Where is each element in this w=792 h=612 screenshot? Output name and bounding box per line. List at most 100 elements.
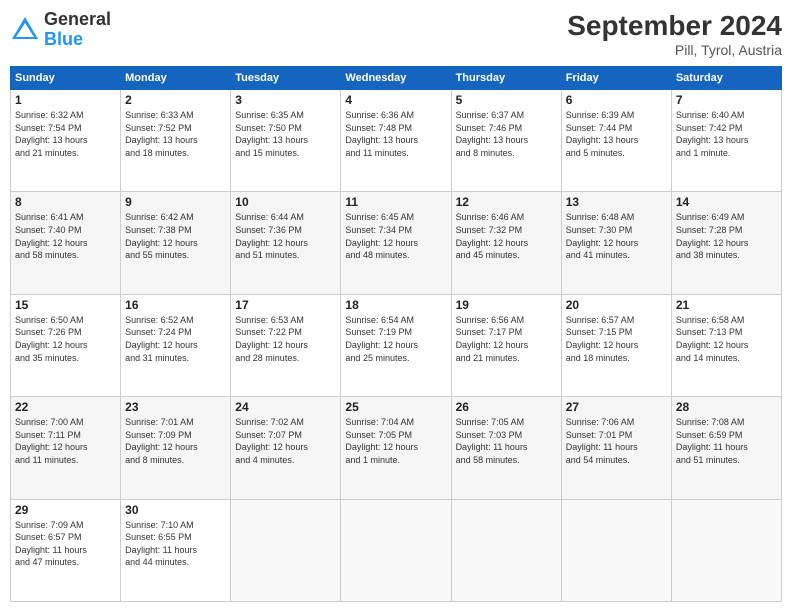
logo: General Blue bbox=[10, 10, 111, 50]
header: General Blue September 2024 Pill, Tyrol,… bbox=[10, 10, 782, 58]
calendar-cell: 22Sunrise: 7:00 AM Sunset: 7:11 PM Dayli… bbox=[11, 397, 121, 499]
calendar-cell: 8 Sunrise: 6:41 AM Sunset: 7:40 PM Daylig… bbox=[11, 192, 121, 294]
day-number: 24 bbox=[235, 400, 336, 414]
day-number: 19 bbox=[456, 298, 557, 312]
day-info: Sunrise: 7:06 AM Sunset: 7:01 PM Dayligh… bbox=[566, 416, 667, 466]
day-info: Sunrise: 7:01 AM Sunset: 7:09 PM Dayligh… bbox=[125, 416, 226, 466]
calendar-cell: 29Sunrise: 7:09 AM Sunset: 6:57 PM Dayli… bbox=[11, 499, 121, 601]
calendar-cell: 3 Sunrise: 6:35 AM Sunset: 7:50 PM Daylig… bbox=[231, 90, 341, 192]
calendar-cell: 2Sunrise: 6:33 AM Sunset: 7:52 PM Daylig… bbox=[121, 90, 231, 192]
day-number: 7 bbox=[676, 93, 777, 107]
header-thursday: Thursday bbox=[451, 67, 561, 90]
day-info: Sunrise: 6:42 AM Sunset: 7:38 PM Dayligh… bbox=[125, 211, 226, 261]
day-number: 21 bbox=[676, 298, 777, 312]
day-number: 5 bbox=[456, 93, 557, 107]
day-number: 25 bbox=[345, 400, 446, 414]
day-number: 4 bbox=[345, 93, 446, 107]
day-number: 13 bbox=[566, 195, 667, 209]
calendar-cell: 27Sunrise: 7:06 AM Sunset: 7:01 PM Dayli… bbox=[561, 397, 671, 499]
logo-general: General bbox=[44, 10, 111, 30]
calendar-cell: 5Sunrise: 6:37 AM Sunset: 7:46 PM Daylig… bbox=[451, 90, 561, 192]
day-number: 28 bbox=[676, 400, 777, 414]
calendar-cell: 9 Sunrise: 6:42 AM Sunset: 7:38 PM Daylig… bbox=[121, 192, 231, 294]
calendar-cell: 20 Sunrise: 6:57 AM Sunset: 7:15 PM Dayli… bbox=[561, 294, 671, 396]
day-info: Sunrise: 6:35 AM Sunset: 7:50 PM Dayligh… bbox=[235, 109, 336, 159]
day-number: 26 bbox=[456, 400, 557, 414]
header-wednesday: Wednesday bbox=[341, 67, 451, 90]
day-info: Sunrise: 7:08 AM Sunset: 6:59 PM Dayligh… bbox=[676, 416, 777, 466]
title-block: September 2024 Pill, Tyrol, Austria bbox=[567, 10, 782, 58]
header-monday: Monday bbox=[121, 67, 231, 90]
day-number: 10 bbox=[235, 195, 336, 209]
header-saturday: Saturday bbox=[671, 67, 781, 90]
calendar-cell: 17Sunrise: 6:53 AM Sunset: 7:22 PM Dayli… bbox=[231, 294, 341, 396]
calendar-cell: 11Sunrise: 6:45 AM Sunset: 7:34 PM Dayli… bbox=[341, 192, 451, 294]
day-number: 23 bbox=[125, 400, 226, 414]
calendar-cell: 28 Sunrise: 7:08 AM Sunset: 6:59 PM Dayli… bbox=[671, 397, 781, 499]
day-number: 18 bbox=[345, 298, 446, 312]
calendar-row: 29Sunrise: 7:09 AM Sunset: 6:57 PM Dayli… bbox=[11, 499, 782, 601]
logo-text: General Blue bbox=[44, 10, 111, 50]
header-friday: Friday bbox=[561, 67, 671, 90]
day-number: 11 bbox=[345, 195, 446, 209]
day-info: Sunrise: 6:58 AM Sunset: 7:13 PM Dayligh… bbox=[676, 314, 777, 364]
calendar-cell: 21 Sunrise: 6:58 AM Sunset: 7:13 PM Dayli… bbox=[671, 294, 781, 396]
day-info: Sunrise: 6:44 AM Sunset: 7:36 PM Dayligh… bbox=[235, 211, 336, 261]
calendar-cell: 15 Sunrise: 6:50 AM Sunset: 7:26 PM Dayli… bbox=[11, 294, 121, 396]
calendar-row: 22Sunrise: 7:00 AM Sunset: 7:11 PM Dayli… bbox=[11, 397, 782, 499]
day-number: 1 bbox=[15, 93, 116, 107]
day-info: Sunrise: 6:41 AM Sunset: 7:40 PM Dayligh… bbox=[15, 211, 116, 261]
day-number: 12 bbox=[456, 195, 557, 209]
day-number: 6 bbox=[566, 93, 667, 107]
calendar-row: 15 Sunrise: 6:50 AM Sunset: 7:26 PM Dayli… bbox=[11, 294, 782, 396]
day-number: 16 bbox=[125, 298, 226, 312]
day-number: 8 bbox=[15, 195, 116, 209]
header-tuesday: Tuesday bbox=[231, 67, 341, 90]
day-info: Sunrise: 6:54 AM Sunset: 7:19 PM Dayligh… bbox=[345, 314, 446, 364]
calendar-cell bbox=[671, 499, 781, 601]
calendar-cell: 7Sunrise: 6:40 AM Sunset: 7:42 PM Daylig… bbox=[671, 90, 781, 192]
logo-icon bbox=[10, 15, 40, 45]
day-info: Sunrise: 7:04 AM Sunset: 7:05 PM Dayligh… bbox=[345, 416, 446, 466]
calendar-cell: 30 Sunrise: 7:10 AM Sunset: 6:55 PM Dayli… bbox=[121, 499, 231, 601]
day-info: Sunrise: 7:10 AM Sunset: 6:55 PM Dayligh… bbox=[125, 519, 226, 569]
calendar-cell: 6Sunrise: 6:39 AM Sunset: 7:44 PM Daylig… bbox=[561, 90, 671, 192]
day-number: 29 bbox=[15, 503, 116, 517]
calendar-cell: 13 Sunrise: 6:48 AM Sunset: 7:30 PM Dayli… bbox=[561, 192, 671, 294]
day-info: Sunrise: 6:32 AM Sunset: 7:54 PM Dayligh… bbox=[15, 109, 116, 159]
calendar-table: Sunday Monday Tuesday Wednesday Thursday… bbox=[10, 66, 782, 602]
calendar-cell: 23 Sunrise: 7:01 AM Sunset: 7:09 PM Dayli… bbox=[121, 397, 231, 499]
day-number: 15 bbox=[15, 298, 116, 312]
day-number: 30 bbox=[125, 503, 226, 517]
calendar-row: 8 Sunrise: 6:41 AM Sunset: 7:40 PM Daylig… bbox=[11, 192, 782, 294]
day-number: 22 bbox=[15, 400, 116, 414]
calendar-cell bbox=[561, 499, 671, 601]
day-info: Sunrise: 6:48 AM Sunset: 7:30 PM Dayligh… bbox=[566, 211, 667, 261]
calendar-cell: 4 Sunrise: 6:36 AM Sunset: 7:48 PM Daylig… bbox=[341, 90, 451, 192]
day-number: 20 bbox=[566, 298, 667, 312]
calendar-cell bbox=[231, 499, 341, 601]
calendar-cell: 26 Sunrise: 7:05 AM Sunset: 7:03 PM Dayli… bbox=[451, 397, 561, 499]
calendar-cell bbox=[341, 499, 451, 601]
calendar-cell: 16Sunrise: 6:52 AM Sunset: 7:24 PM Dayli… bbox=[121, 294, 231, 396]
day-info: Sunrise: 6:50 AM Sunset: 7:26 PM Dayligh… bbox=[15, 314, 116, 364]
day-info: Sunrise: 6:56 AM Sunset: 7:17 PM Dayligh… bbox=[456, 314, 557, 364]
calendar-cell: 25 Sunrise: 7:04 AM Sunset: 7:05 PM Dayli… bbox=[341, 397, 451, 499]
header-sunday: Sunday bbox=[11, 67, 121, 90]
day-number: 9 bbox=[125, 195, 226, 209]
day-info: Sunrise: 7:05 AM Sunset: 7:03 PM Dayligh… bbox=[456, 416, 557, 466]
day-number: 2 bbox=[125, 93, 226, 107]
day-number: 3 bbox=[235, 93, 336, 107]
calendar-cell: 1 Sunrise: 6:32 AM Sunset: 7:54 PM Daylig… bbox=[11, 90, 121, 192]
day-info: Sunrise: 6:36 AM Sunset: 7:48 PM Dayligh… bbox=[345, 109, 446, 159]
calendar-cell: 10 Sunrise: 6:44 AM Sunset: 7:36 PM Dayli… bbox=[231, 192, 341, 294]
calendar-cell: 19 Sunrise: 6:56 AM Sunset: 7:17 PM Dayli… bbox=[451, 294, 561, 396]
calendar-cell bbox=[451, 499, 561, 601]
calendar-cell: 24Sunrise: 7:02 AM Sunset: 7:07 PM Dayli… bbox=[231, 397, 341, 499]
calendar-row: 1 Sunrise: 6:32 AM Sunset: 7:54 PM Daylig… bbox=[11, 90, 782, 192]
calendar-cell: 12Sunrise: 6:46 AM Sunset: 7:32 PM Dayli… bbox=[451, 192, 561, 294]
page: General Blue September 2024 Pill, Tyrol,… bbox=[0, 0, 792, 612]
calendar-cell: 14Sunrise: 6:49 AM Sunset: 7:28 PM Dayli… bbox=[671, 192, 781, 294]
day-info: Sunrise: 6:57 AM Sunset: 7:15 PM Dayligh… bbox=[566, 314, 667, 364]
day-number: 14 bbox=[676, 195, 777, 209]
